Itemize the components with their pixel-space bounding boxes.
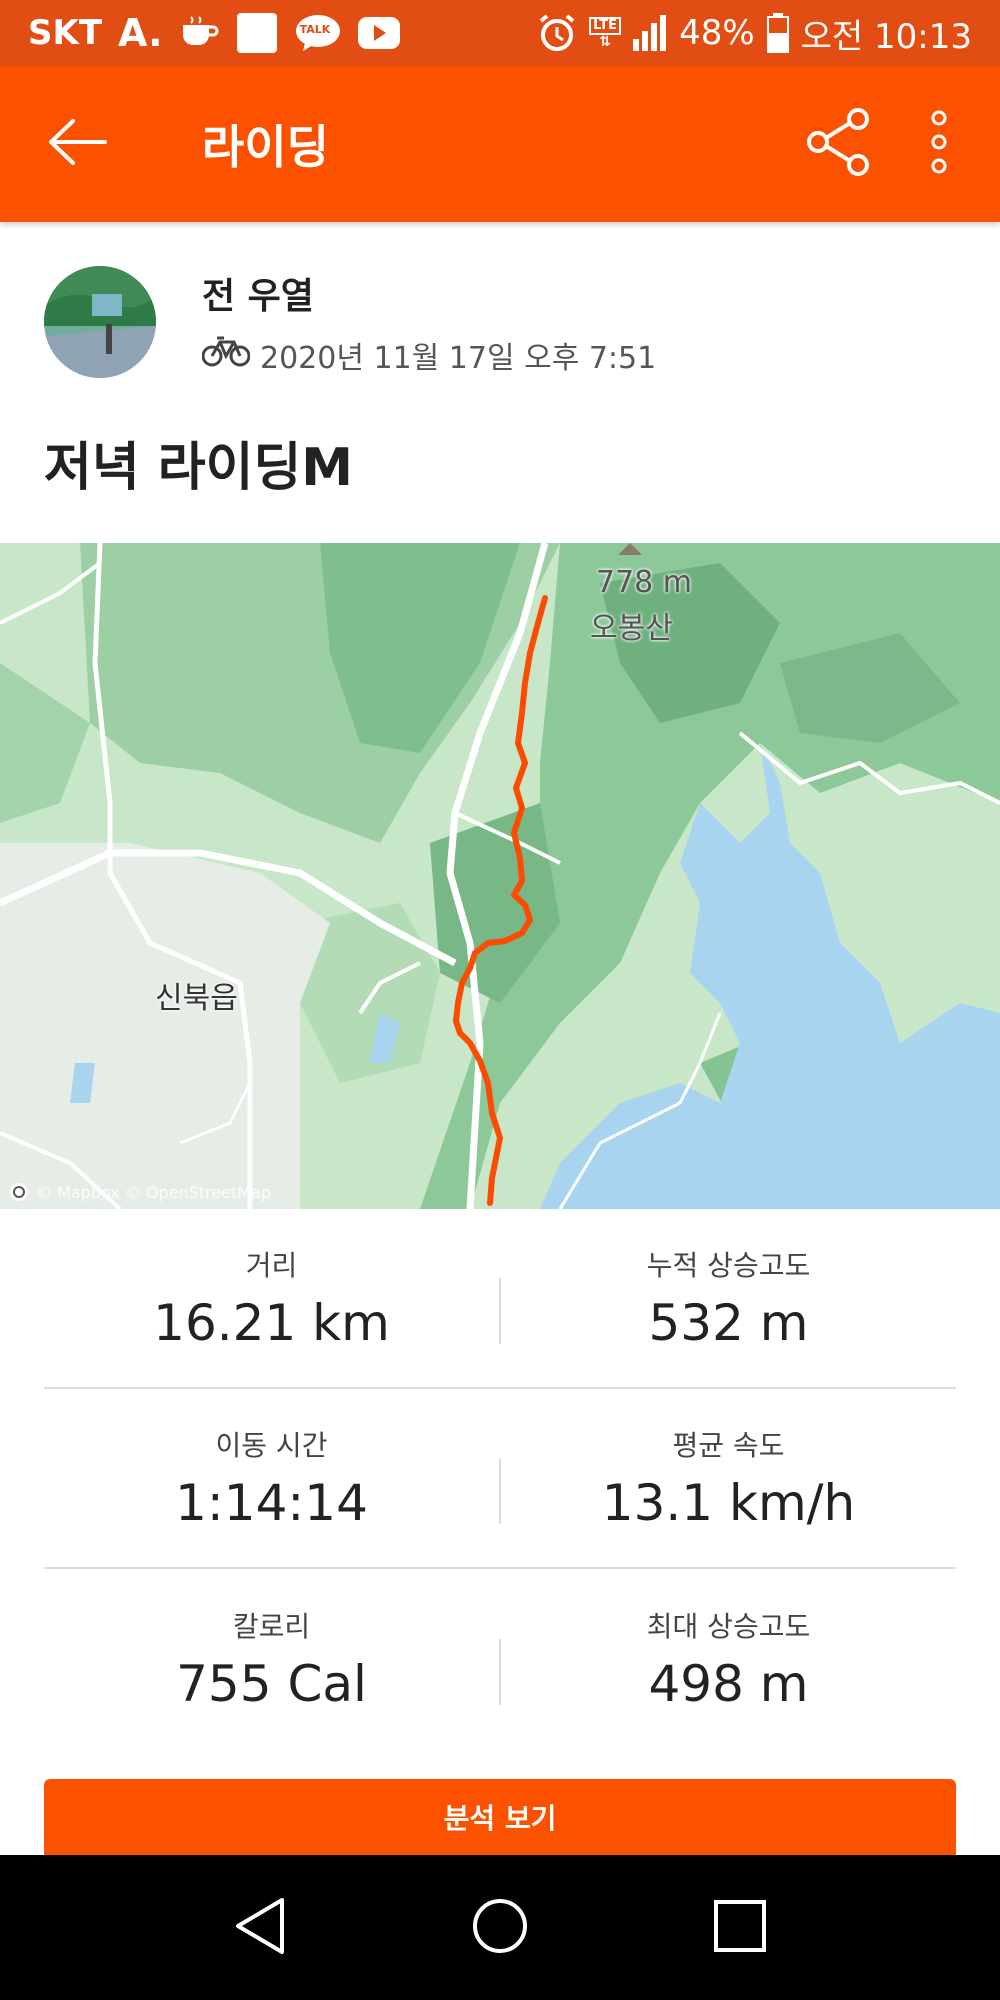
stat-label: 최대 상승고도 <box>646 1610 811 1643</box>
carrier-label: SKT <box>28 13 103 53</box>
stat-label: 칼로리 <box>232 1610 311 1643</box>
avatar[interactable] <box>44 266 156 378</box>
mapbox-logo-icon <box>8 1181 30 1203</box>
stat-label: 누적 상승고도 <box>646 1249 811 1282</box>
nav-recents-button[interactable] <box>690 1878 790 1978</box>
stats-grid: 거리 16.21 km 누적 상승고도 532 m 이동 시간 1:14:14 … <box>44 1209 956 1749</box>
lte-icon: LTE ⇅ <box>589 17 622 49</box>
activity-datetime: 2020년 11월 17일 오후 7:51 <box>260 341 657 376</box>
stat-distance: 거리 16.21 km <box>44 1244 499 1352</box>
share-icon <box>806 107 872 181</box>
talk-icon: TALK <box>295 13 341 53</box>
status-bar: SKT A. TALK LTE ⇅ 48% 오전 10:13 <box>0 0 1000 66</box>
recents-square-icon <box>712 1898 768 1958</box>
stats-row: 이동 시간 1:14:14 평균 속도 13.1 km/h <box>44 1389 956 1569</box>
stat-value: 498 m <box>648 1655 809 1713</box>
stat-calories: 칼로리 755 Cal <box>44 1605 499 1713</box>
athlete-name[interactable]: 전 우열 <box>202 267 656 319</box>
map-attribution[interactable]: © Mapbox © OpenStreetMap <box>8 1181 271 1203</box>
back-arrow-icon <box>47 117 107 171</box>
view-analysis-button[interactable]: 분석 보기 <box>44 1779 956 1855</box>
app-letter-label: A. <box>118 11 163 55</box>
share-button[interactable] <box>784 89 894 199</box>
stat-moving-time: 이동 시간 1:14:14 <box>44 1424 499 1532</box>
page-title: 라이딩 <box>202 120 329 174</box>
lte-label: LTE <box>589 17 622 35</box>
stats-row: 거리 16.21 km 누적 상승고도 532 m <box>44 1209 956 1389</box>
stats-row: 칼로리 755 Cal 최대 상승고도 498 m <box>44 1569 956 1749</box>
battery-icon <box>766 13 789 53</box>
talk-label: TALK <box>299 23 331 36</box>
attribution-text: © Mapbox © OpenStreetMap <box>36 1182 272 1202</box>
clock-time: 오전 10:13 <box>800 16 972 57</box>
alarm-icon <box>537 13 577 53</box>
nav-back-button[interactable] <box>210 1878 310 1978</box>
youtube-icon <box>357 16 401 50</box>
coffee-icon <box>179 15 219 51</box>
peak-name-label: 오봉산 <box>590 611 673 646</box>
stat-elevation-gain: 누적 상승고도 532 m <box>501 1244 956 1352</box>
more-vertical-icon <box>929 110 949 178</box>
app-bar: 라이딩 <box>0 66 1000 222</box>
town-label: 신북읍 <box>155 981 238 1016</box>
white-square-icon <box>235 11 279 55</box>
more-options-button[interactable] <box>894 89 984 199</box>
back-button[interactable] <box>22 89 132 199</box>
bike-icon <box>201 334 251 376</box>
stat-value: 532 m <box>648 1294 809 1352</box>
stat-max-elevation: 최대 상승고도 498 m <box>501 1605 956 1713</box>
stat-value: 1:14:14 <box>175 1474 368 1532</box>
back-triangle-icon <box>232 1896 288 1960</box>
home-circle-icon <box>470 1896 530 1960</box>
stat-avg-speed: 평균 속도 13.1 km/h <box>501 1424 956 1532</box>
stat-value: 13.1 km/h <box>601 1474 856 1532</box>
system-nav-bar <box>0 1855 1000 2000</box>
stat-label: 거리 <box>245 1249 298 1282</box>
battery-percent: 48% <box>679 13 755 53</box>
athlete-header: 전 우열 2020년 11월 17일 오후 7:51 <box>44 266 656 378</box>
signal-icon <box>633 15 667 51</box>
peak-elevation-label: 778 m <box>596 565 693 600</box>
stat-value: 16.21 km <box>153 1294 390 1352</box>
stat-value: 755 Cal <box>176 1655 367 1713</box>
nav-home-button[interactable] <box>450 1878 550 1978</box>
activity-title: 저녁 라이딩M <box>44 438 354 498</box>
stat-label: 평균 속도 <box>672 1429 785 1462</box>
stat-label: 이동 시간 <box>215 1429 328 1462</box>
route-map[interactable]: 778 m 오봉산 신북읍 © Mapbox © OpenStreetMap <box>0 543 1000 1209</box>
